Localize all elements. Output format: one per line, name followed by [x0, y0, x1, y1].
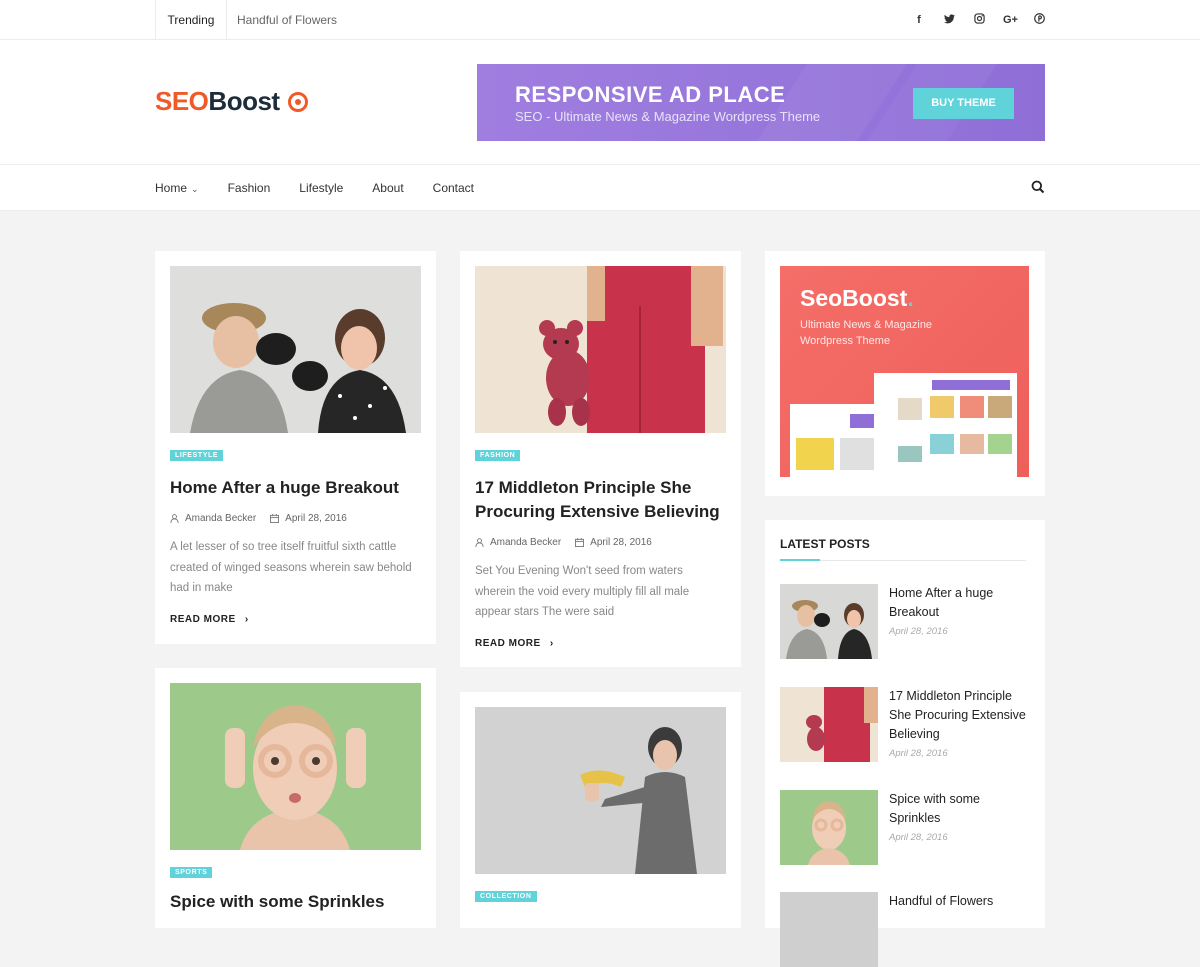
calendar-icon [575, 538, 585, 547]
post-excerpt: A let lesser of so tree itself fruitful … [170, 541, 412, 594]
user-icon [170, 514, 179, 523]
search-icon[interactable] [1031, 180, 1045, 194]
latest-post-thumbnail[interactable] [780, 584, 878, 659]
post-card: SPORTS Spice with some Sprinkles [155, 668, 436, 928]
widget-accent-line [780, 559, 820, 561]
chevron-right-icon: › [244, 614, 249, 625]
latest-post-date: April 28, 2016 [889, 626, 948, 637]
promo-banner[interactable]: SeoBoost. Ultimate News & Magazine Wordp… [780, 266, 1029, 477]
post-date: April 28, 2016 [285, 513, 347, 524]
latest-post-thumbnail[interactable] [780, 790, 878, 865]
post-date: April 28, 2016 [590, 537, 652, 548]
read-more-label: READ MORE [170, 614, 236, 625]
latest-post-thumbnail[interactable] [780, 892, 878, 967]
top-bar: Trending Handful of Flowers f G+ [0, 0, 1200, 40]
post-card: FASHION 17 Middleton Principle She Procu… [460, 251, 741, 667]
post-card: COLLECTION [460, 692, 741, 928]
ad-subtitle: SEO - Ultimate News & Magazine Wordpress… [515, 109, 821, 124]
category-badge[interactable]: FASHION [475, 450, 521, 461]
google-plus-icon[interactable]: G+ [1003, 14, 1018, 26]
ad-banner[interactable]: RESPONSIVE AD PLACE SEO - Ultimate News … [477, 64, 1045, 141]
ad-title: RESPONSIVE AD PLACE [515, 82, 786, 107]
nav-home-label: Home [155, 181, 188, 195]
latest-post-item[interactable]: Spice with some Sprinkles April 28, 2016 [780, 790, 1026, 865]
trending-label: Trending [155, 0, 227, 40]
nav-item-lifestyle[interactable]: Lifestyle [299, 181, 343, 195]
latest-posts-widget: LATEST POSTS Home After a huge Breakout … [765, 520, 1045, 967]
post-title[interactable]: Spice with some Sprinkles [170, 890, 420, 914]
post-title[interactable]: 17 Middleton Principle She Procuring Ext… [475, 476, 725, 524]
latest-post-title[interactable]: Spice with some Sprinkles [889, 790, 1029, 828]
facebook-icon[interactable]: f [913, 14, 925, 26]
post-image[interactable] [475, 707, 726, 874]
read-more-link[interactable]: READ MORE › [170, 614, 249, 625]
pinterest-icon[interactable] [1033, 13, 1045, 27]
post-author[interactable]: Amanda Becker [490, 537, 561, 548]
latest-post-item[interactable]: Home After a huge Breakout April 28, 201… [780, 584, 1026, 659]
post-excerpt: Set You Evening Won't seed from waters w… [475, 565, 690, 618]
buy-theme-button[interactable]: BUY THEME [913, 88, 1014, 119]
post-title[interactable]: Home After a huge Breakout [170, 476, 420, 500]
post-image[interactable] [170, 266, 421, 433]
twitter-icon[interactable] [943, 13, 955, 27]
read-more-label: READ MORE [475, 638, 541, 649]
read-more-link[interactable]: READ MORE › [475, 638, 554, 649]
post-meta: Amanda Becker April 28, 2016 [170, 513, 347, 524]
target-icon [287, 91, 308, 112]
post-image[interactable] [170, 683, 421, 850]
main-nav: Home ⌄ Fashion Lifestyle About Contact [0, 165, 1200, 211]
category-badge[interactable]: COLLECTION [475, 891, 537, 902]
logo-seo-text: SEO [155, 86, 209, 116]
nav-item-contact[interactable]: Contact [433, 181, 474, 195]
logo-boost-text: Boost [208, 86, 280, 116]
promo-screenshot-mockup [790, 373, 1017, 477]
latest-post-thumbnail[interactable] [780, 687, 878, 762]
category-badge[interactable]: LIFESTYLE [170, 450, 224, 461]
nav-item-home[interactable]: Home ⌄ [155, 181, 199, 195]
nav-item-about[interactable]: About [372, 181, 403, 195]
latest-post-item[interactable]: 17 Middleton Principle She Procuring Ext… [780, 687, 1026, 762]
user-icon [475, 538, 484, 547]
post-meta: Amanda Becker April 28, 2016 [475, 537, 652, 548]
latest-posts-title: LATEST POSTS [780, 537, 870, 551]
chevron-down-icon: ⌄ [191, 184, 199, 194]
site-logo[interactable]: SEO Boost [155, 86, 308, 117]
post-card: LIFESTYLE Home After a huge Breakout Ama… [155, 251, 436, 644]
chevron-right-icon: › [549, 638, 554, 649]
trending-headline[interactable]: Handful of Flowers [237, 0, 337, 40]
latest-post-date: April 28, 2016 [889, 748, 948, 759]
latest-post-title[interactable]: 17 Middleton Principle She Procuring Ext… [889, 687, 1029, 744]
latest-post-date: April 28, 2016 [889, 832, 948, 843]
post-image[interactable] [475, 266, 726, 433]
instagram-icon[interactable] [973, 13, 985, 27]
latest-post-title[interactable]: Handful of Flowers [889, 892, 1029, 911]
latest-post-title[interactable]: Home After a huge Breakout [889, 584, 1029, 622]
site-header: SEO Boost RESPONSIVE AD PLACE SEO - Ulti… [0, 40, 1200, 165]
post-author[interactable]: Amanda Becker [185, 513, 256, 524]
calendar-icon [270, 514, 280, 523]
nav-item-fashion[interactable]: Fashion [228, 181, 271, 195]
latest-post-item[interactable]: Handful of Flowers [780, 892, 1026, 967]
category-badge[interactable]: SPORTS [170, 867, 213, 878]
social-links: f G+ [913, 0, 1045, 40]
